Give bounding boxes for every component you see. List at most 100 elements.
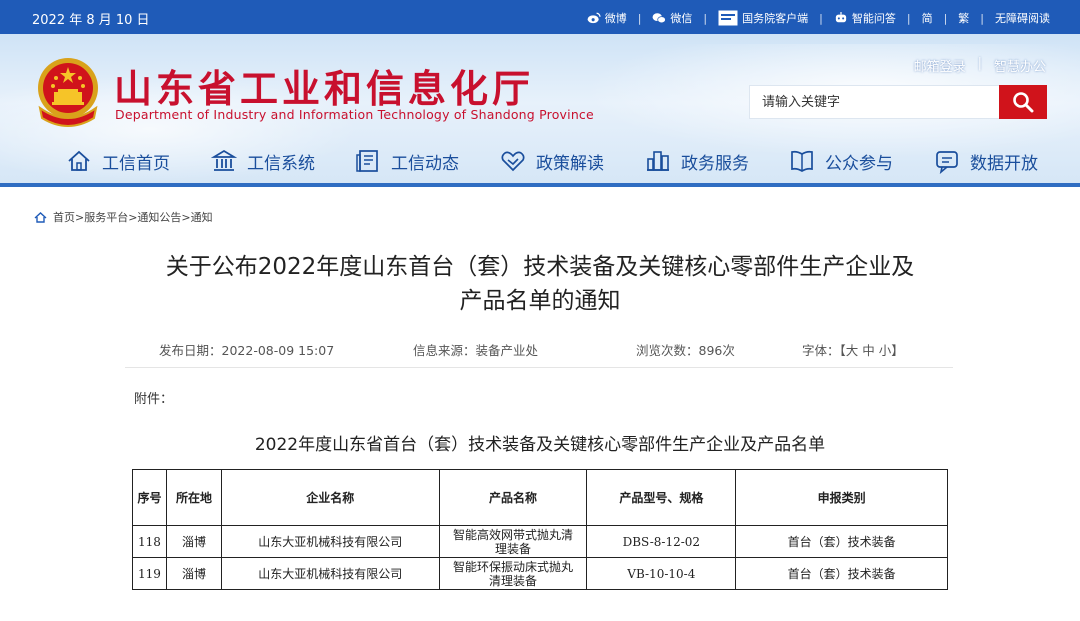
attachment-label: 附件： — [134, 392, 174, 407]
divider: | — [977, 56, 982, 71]
column-header: 序号 — [132, 469, 167, 526]
nav-label: 政务服务 — [681, 153, 749, 174]
product-line: 智能高效网带式抛丸清 — [453, 527, 574, 542]
divider: | — [943, 11, 948, 25]
nav-item-home[interactable]: 工信首页 — [66, 148, 170, 174]
breadcrumb-path[interactable]: 首页>服务平台>通知公告>通知 — [53, 209, 213, 225]
weibo-link[interactable]: 微博 — [587, 10, 627, 26]
cell-company: 山东大亚机械科技有限公司 — [220, 557, 440, 590]
view-count: 浏览次数：896次 — [636, 340, 735, 359]
news-icon — [356, 150, 378, 172]
book-icon — [791, 150, 813, 172]
site-title[interactable]: 山东省工业和信息化厅 — [114, 58, 534, 113]
divider: | — [980, 11, 984, 25]
column-header: 企业名称 — [220, 469, 440, 526]
nav-item-policy[interactable]: 政策解读 — [500, 148, 604, 174]
handshake-icon — [501, 151, 525, 172]
info-source-value: 装备产业处 — [475, 343, 539, 358]
gov-client-link[interactable]: 国务院客户端 — [718, 10, 808, 26]
divider: | — [906, 11, 911, 25]
cell-model: DBS-8-12-02 — [586, 525, 737, 558]
info-source: 信息来源：装备产业处 — [413, 340, 538, 359]
search-icon — [1013, 92, 1034, 113]
publish-date-label: 发布日期： — [159, 343, 222, 358]
nav-label: 工信系统 — [247, 153, 315, 174]
search-button[interactable] — [999, 85, 1047, 119]
article-title: 关于公布2022年度山东首台（套）技术装备及关键核心零部件生产企业及 产品名单的… — [110, 250, 970, 318]
article-meta: 发布日期：2022-08-09 15:07 信息来源：装备产业处 浏览次数：89… — [125, 332, 953, 368]
wechat-icon — [652, 13, 667, 24]
cell-no: 119 — [132, 557, 167, 590]
nav-item-system[interactable]: 工信系统 — [211, 148, 315, 174]
product-line: 理装备 — [495, 541, 532, 556]
accessibility-link[interactable]: 无障碍阅读 — [995, 10, 1050, 26]
article-title-line: 产品名单的通知 — [459, 288, 621, 314]
column-header: 产品名称 — [438, 469, 588, 526]
wechat-label: 微信 — [670, 12, 693, 25]
site-header: 山东省工业和信息化厅 Department of Industry and In… — [0, 34, 1080, 187]
cell-product: 智能环保振动床式抛丸 清理装备 — [438, 557, 588, 590]
column-header: 产品型号、规格 — [586, 469, 737, 526]
cell-company: 山东大亚机械科技有限公司 — [220, 525, 440, 558]
font-size-control: 字体：【大 中 小】 — [802, 340, 904, 359]
city-icon — [647, 151, 669, 171]
search-box — [749, 85, 1047, 119]
smart-office-link[interactable]: 智慧办公 — [994, 56, 1046, 75]
product-line: 智能环保振动床式抛丸 — [453, 559, 574, 574]
national-emblem-icon[interactable] — [34, 56, 102, 130]
account-links: 邮箱登录 | 智慧办公 — [914, 56, 1046, 75]
main-nav: 工信首页 工信系统 工信动态 政策解读 政务服务 公众参与 数据开放 — [0, 144, 1080, 184]
cell-product: 智能高效网带式抛丸清 理装备 — [438, 525, 588, 558]
nav-label: 数据开放 — [970, 153, 1038, 174]
top-links: 微博 | 微信 | 国务院客户端 | 智能问答 | 简 | 繁 | 无障碍阅读 — [587, 10, 1050, 26]
mail-login-link[interactable]: 邮箱登录 — [914, 56, 966, 75]
smart-qa-link[interactable]: 智能问答 — [834, 10, 896, 26]
nav-divider — [0, 183, 1080, 187]
search-input[interactable] — [750, 86, 998, 118]
table-row: 118 淄博 山东大亚机械科技有限公司 智能高效网带式抛丸清 理装备 DBS-8-… — [132, 525, 948, 558]
traditional-label: 繁 — [958, 12, 970, 25]
nav-item-participation[interactable]: 公众参与 — [789, 148, 893, 174]
nav-label: 政策解读 — [536, 153, 604, 174]
nav-item-services[interactable]: 政务服务 — [645, 148, 749, 174]
cell-model: VB-10-10-4 — [586, 557, 737, 590]
font-size-label: 字体： — [802, 343, 840, 358]
site-subtitle: Department of Industry and Information T… — [115, 107, 594, 122]
nav-item-news[interactable]: 工信动态 — [355, 148, 459, 174]
list-title: 2022年度山东省首台（套）技术装备及关键核心零部件生产企业及产品名单 — [254, 435, 826, 455]
view-count-label: 浏览次数： — [636, 343, 699, 358]
gov-client-label: 国务院客户端 — [742, 12, 809, 25]
accessibility-label: 无障碍阅读 — [995, 12, 1050, 25]
simplified-label: 简 — [921, 12, 933, 25]
top-bar: 2022 年 8 月 10 日 微博 | 微信 | 国务院客户端 | 智能问答 … — [0, 0, 1080, 34]
publish-date-value: 2022-08-09 15:07 — [221, 343, 335, 358]
company-list-table: 序号 所在地 企业名称 产品名称 产品型号、规格 申报类别 118 淄博 山东大… — [132, 469, 948, 590]
divider: | — [819, 11, 823, 25]
weibo-icon — [587, 12, 601, 24]
traditional-link[interactable]: 繁 — [958, 10, 969, 26]
home-icon[interactable] — [34, 211, 47, 223]
breadcrumb: 首页>服务平台>通知公告>通知 — [34, 209, 213, 225]
chat-icon — [936, 151, 958, 174]
table-row: 119 淄博 山东大亚机械科技有限公司 智能环保振动床式抛丸 清理装备 VB-10… — [132, 557, 948, 590]
info-source-label: 信息来源： — [413, 343, 476, 358]
home-icon — [68, 150, 90, 171]
article-title-line: 关于公布2022年度山东首台（套）技术装备及关键核心零部件生产企业及 — [165, 254, 915, 280]
font-size-options[interactable]: 【大 中 小】 — [840, 343, 904, 358]
simplified-link[interactable]: 简 — [922, 10, 933, 26]
nav-item-open-data[interactable]: 数据开放 — [934, 148, 1038, 174]
cell-category: 首台（套）技术装备 — [735, 525, 948, 558]
building-icon — [211, 150, 237, 171]
wechat-link[interactable]: 微信 — [652, 10, 692, 26]
cell-category: 首台（套）技术装备 — [735, 557, 948, 590]
product-line: 清理装备 — [489, 573, 538, 588]
publish-date: 发布日期：2022-08-09 15:07 — [159, 340, 334, 359]
current-date: 2022 年 8 月 10 日 — [32, 13, 150, 28]
cell-location: 淄博 — [165, 525, 222, 558]
divider: | — [703, 11, 708, 25]
robot-icon — [835, 12, 846, 23]
nav-label: 工信动态 — [391, 153, 459, 174]
cell-no: 118 — [132, 525, 167, 558]
table-header-row: 序号 所在地 企业名称 产品名称 产品型号、规格 申报类别 — [132, 469, 948, 526]
view-count-value: 896次 — [698, 343, 735, 358]
